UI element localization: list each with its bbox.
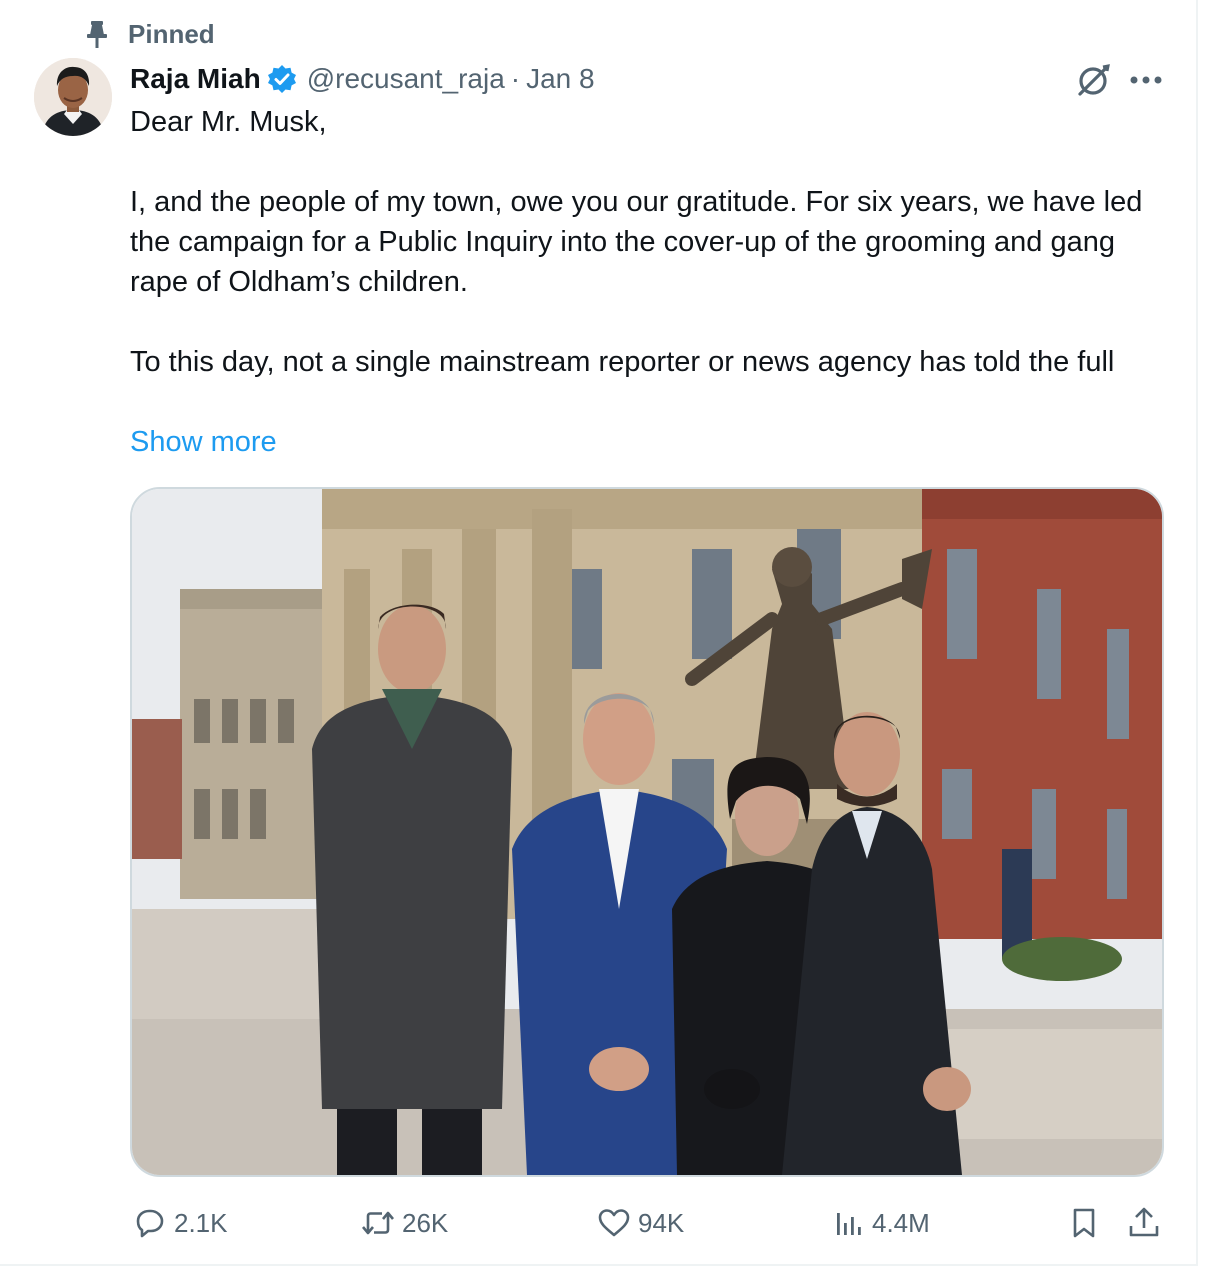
author-name[interactable]: Raja Miah bbox=[130, 63, 261, 95]
views-count: 4.4M bbox=[872, 1207, 930, 1238]
reply-count: 2.1K bbox=[174, 1207, 228, 1238]
tweet-header: Raja Miah @recusant_raja · Jan 8 bbox=[130, 58, 595, 100]
tweet-paragraph: To this day, not a single mainstream rep… bbox=[130, 346, 1115, 378]
repost-icon bbox=[360, 1205, 396, 1241]
show-more-link[interactable]: Show more bbox=[130, 422, 277, 462]
pinned-label: Pinned bbox=[128, 18, 215, 49]
like-count: 94K bbox=[638, 1207, 685, 1238]
bookmark-button[interactable] bbox=[1066, 1198, 1102, 1248]
more-options-icon[interactable] bbox=[1124, 58, 1168, 102]
reply-icon bbox=[132, 1205, 168, 1241]
verified-badge-icon[interactable] bbox=[267, 63, 299, 95]
grok-icon[interactable] bbox=[1072, 58, 1116, 102]
tweet-body: Dear Mr. Musk, I, and the people of my t… bbox=[130, 102, 1170, 382]
avatar[interactable] bbox=[34, 58, 112, 136]
views-button[interactable]: 4.4M bbox=[830, 1198, 930, 1248]
tweet-greeting: Dear Mr. Musk, bbox=[130, 106, 327, 138]
tweet-actions: 2.1K 26K 94K 4.4M bbox=[124, 1198, 1174, 1248]
share-icon bbox=[1126, 1205, 1162, 1241]
share-button[interactable] bbox=[1126, 1198, 1162, 1248]
bookmark-icon bbox=[1066, 1205, 1102, 1241]
tweet-photo[interactable] bbox=[130, 487, 1164, 1177]
tweet-card[interactable]: Pinned Raja Miah @recusant_raja · Jan 8 bbox=[0, 0, 1198, 1266]
tweet-paragraph: I, and the people of my town, owe you ou… bbox=[130, 186, 1143, 298]
repost-count: 26K bbox=[402, 1207, 449, 1238]
like-button[interactable]: 94K bbox=[596, 1198, 684, 1248]
pin-icon bbox=[80, 17, 114, 51]
reply-button[interactable]: 2.1K bbox=[132, 1198, 228, 1248]
heart-icon bbox=[596, 1205, 632, 1241]
repost-button[interactable]: 26K bbox=[360, 1198, 448, 1248]
views-icon bbox=[830, 1205, 866, 1241]
author-handle[interactable]: @recusant_raja bbox=[307, 63, 505, 95]
tweet-date[interactable]: Jan 8 bbox=[526, 63, 595, 95]
separator-dot: · bbox=[510, 63, 521, 94]
pinned-indicator: Pinned bbox=[80, 14, 215, 54]
